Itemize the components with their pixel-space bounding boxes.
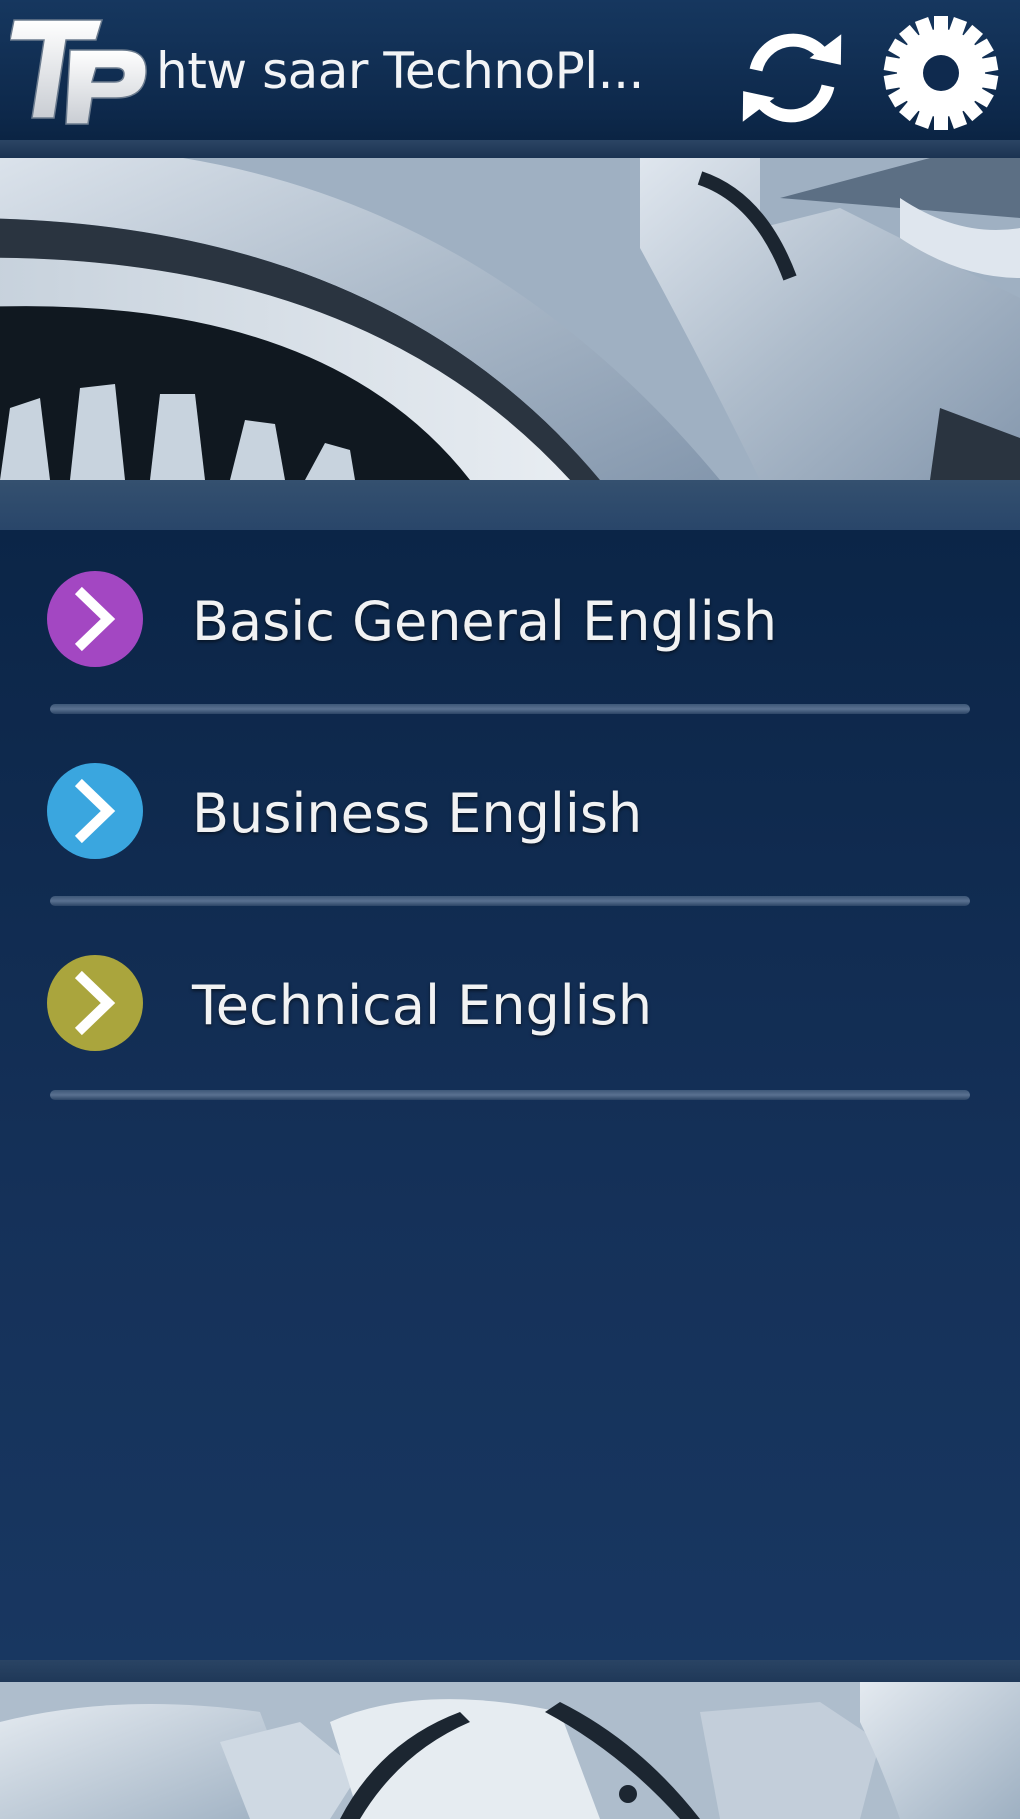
refresh-icon <box>742 33 842 123</box>
gear-icon <box>883 16 999 130</box>
chevron-right-icon <box>47 955 143 1051</box>
list-item-label: Business English <box>192 782 643 845</box>
banner-divider-strip <box>0 480 1020 530</box>
app-title: htw saar TechnoPl... <box>156 42 644 100</box>
settings-button[interactable] <box>880 12 1002 134</box>
list-divider <box>50 1090 970 1100</box>
list-divider <box>50 704 970 714</box>
list-item-technical-english[interactable]: Technical English <box>0 954 1020 1134</box>
header-shadow <box>0 140 1020 158</box>
gear-footer-image <box>0 1682 1020 1819</box>
footer-divider-strip <box>0 1660 1020 1682</box>
gear-banner-image <box>0 158 1020 480</box>
list-item-label: Technical English <box>192 974 653 1037</box>
list-item-business-english[interactable]: Business English <box>0 762 1020 942</box>
chevron-right-icon <box>47 763 143 859</box>
refresh-button[interactable] <box>732 18 852 138</box>
app-logo: TP <box>10 14 147 125</box>
list-item-label: Basic General English <box>192 590 778 653</box>
action-bar: TP htw saar TechnoPl... <box>0 0 1020 145</box>
app-screen: TP htw saar TechnoPl... Basic General En… <box>0 0 1020 1819</box>
logo-text: TP <box>10 14 12 15</box>
list-divider <box>50 896 970 906</box>
chevron-right-icon <box>47 571 143 667</box>
list-item-basic-general-english[interactable]: Basic General English <box>0 570 1020 750</box>
course-list: Basic General English Business English T… <box>0 530 1020 1660</box>
